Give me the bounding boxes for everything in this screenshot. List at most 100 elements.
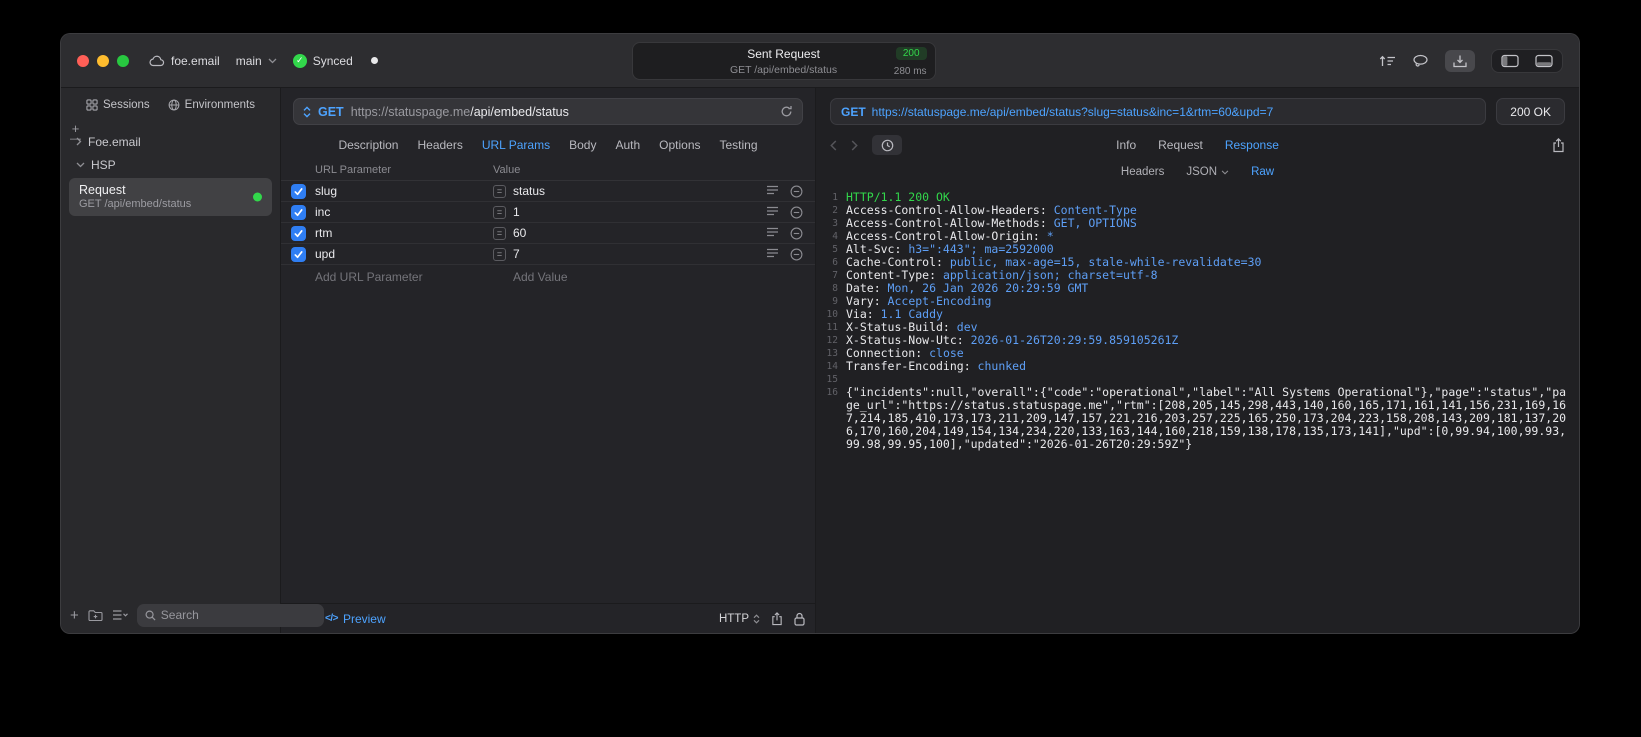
protocol-select[interactable]: HTTP — [719, 613, 760, 625]
app-window: foe.email main ✓ Synced Sent Request 200… — [60, 33, 1580, 634]
response-subtab-headers[interactable]: Headers — [1121, 166, 1164, 178]
tree-item-foe-email[interactable]: Foe.email — [61, 130, 280, 153]
param-options-icon[interactable] — [766, 227, 779, 240]
request-url-bar[interactable]: GET https://statuspage.me/api/embed/stat… — [293, 98, 803, 125]
tab-sessions-label: Sessions — [103, 99, 150, 111]
url-host: https://statuspage.me — [350, 104, 471, 119]
sort-list-icon[interactable] — [112, 609, 128, 621]
add-param-value[interactable]: Add Value — [513, 270, 742, 284]
response-raw-view[interactable]: 1 HTTP/1.1 200 OK 2 Access-Control-Allow-He… — [816, 184, 1579, 633]
method-stepper-icon[interactable] — [303, 105, 311, 118]
back-icon[interactable] — [830, 139, 837, 151]
request-tab-url-params[interactable]: URL Params — [482, 138, 550, 152]
refresh-icon[interactable] — [780, 105, 793, 118]
close-window-button[interactable] — [77, 54, 89, 67]
response-subtab-json[interactable]: JSON — [1186, 166, 1229, 178]
request-method[interactable]: GET — [318, 105, 344, 119]
stepper-icon — [753, 613, 760, 624]
param-options-icon[interactable] — [766, 185, 779, 198]
request-tab-description[interactable]: Description — [338, 138, 398, 152]
share-icon[interactable] — [771, 611, 783, 626]
response-tab-request[interactable]: Request — [1158, 138, 1203, 152]
param-checkbox[interactable] — [291, 204, 306, 220]
grid-icon — [86, 99, 98, 111]
request-tab-options[interactable]: Options — [659, 138, 700, 152]
line-content: Transfer-Encoding: chunked — [846, 359, 1027, 373]
response-subtabs: Headers JSON Raw — [816, 160, 1579, 184]
search-input[interactable] — [160, 608, 316, 622]
sidebar-tabs: Sessions Environments — [61, 88, 280, 122]
sent-request-capsule[interactable]: Sent Request 200 GET /api/embed/status 2… — [631, 42, 936, 80]
response-panel: GET https://statuspage.me/api/embed/stat… — [816, 88, 1579, 633]
param-value[interactable]: 1 — [513, 205, 520, 219]
tree-item-hsp[interactable]: HSP — [61, 153, 280, 176]
code-icon: </> — [325, 613, 338, 624]
toggle-sidebar-icon[interactable] — [1501, 54, 1519, 68]
sidebar-item-request[interactable]: Request GET /api/embed/status — [69, 178, 272, 216]
tab-sessions[interactable]: Sessions — [86, 99, 150, 111]
response-url: https://statuspage.me/api/embed/status?s… — [871, 104, 1274, 119]
line-number: 9 — [832, 296, 838, 307]
request-tabs: Description Headers URL Params Body Auth Opti… — [281, 129, 815, 160]
param-value[interactable]: status — [513, 184, 545, 198]
tree-item-label: HSP — [91, 157, 116, 172]
sync-status[interactable]: ✓ Synced — [292, 53, 353, 68]
response-method: GET — [841, 104, 866, 119]
request-url[interactable]: https://statuspage.me/api/embed/status — [351, 105, 773, 119]
add-request-button[interactable]: + — [70, 608, 79, 623]
response-subtab-raw[interactable]: Raw — [1251, 166, 1274, 178]
zoom-window-button[interactable] — [117, 54, 129, 67]
preview-button[interactable]: </> Preview — [325, 612, 386, 626]
param-row-inc: inc = 1 — [281, 202, 815, 223]
sort-ascending-icon[interactable] — [1379, 54, 1396, 68]
request-tab-headers[interactable]: Headers — [417, 138, 462, 152]
search-icon — [145, 610, 156, 621]
response-tab-response[interactable]: Response — [1225, 138, 1279, 152]
add-param-name[interactable]: Add URL Parameter — [315, 270, 484, 284]
param-remove-icon[interactable] — [790, 248, 803, 261]
param-remove-icon[interactable] — [790, 206, 803, 219]
sent-request-url-box[interactable]: GET https://statuspage.me/api/embed/stat… — [830, 98, 1487, 125]
forward-icon[interactable] — [851, 139, 858, 151]
param-checkbox[interactable] — [291, 183, 306, 199]
param-name[interactable]: rtm — [315, 226, 484, 240]
request-tab-auth[interactable]: Auth — [615, 138, 640, 152]
project-menu[interactable]: foe.email — [149, 54, 220, 68]
import-tray-icon[interactable] — [1445, 49, 1475, 72]
toggle-bottom-panel-icon[interactable] — [1535, 54, 1553, 68]
unsaved-dot-icon — [370, 57, 378, 64]
line-content: Vary: Accept-Encoding — [846, 294, 992, 308]
param-name[interactable]: upd — [315, 247, 484, 261]
sidebar-collapse-handle[interactable]: — — [70, 134, 81, 145]
branch-menu[interactable]: main — [236, 54, 277, 68]
request-tab-body[interactable]: Body — [569, 138, 596, 152]
param-checkbox[interactable] — [291, 246, 306, 262]
param-value[interactable]: 7 — [513, 247, 520, 261]
line-number: 12 — [826, 335, 838, 346]
request-tab-testing[interactable]: Testing — [720, 138, 758, 152]
export-icon[interactable] — [1552, 137, 1565, 153]
sync-label: Synced — [312, 53, 353, 68]
tab-environments[interactable]: Environments — [168, 99, 255, 111]
line-number: 7 — [832, 270, 838, 281]
param-remove-icon[interactable] — [790, 185, 803, 198]
chevron-down-icon — [76, 162, 85, 168]
param-name[interactable]: inc — [315, 205, 484, 219]
history-clock-button[interactable] — [872, 135, 902, 155]
lasso-icon[interactable] — [1412, 54, 1429, 68]
param-remove-icon[interactable] — [790, 227, 803, 240]
param-name[interactable]: slug — [315, 184, 484, 198]
param-value[interactable]: 60 — [513, 226, 526, 240]
line-number: 8 — [832, 283, 838, 294]
minimize-window-button[interactable] — [97, 54, 109, 67]
lock-icon[interactable] — [794, 612, 805, 626]
sidebar: Sessions Environments + — Foe.email HSP … — [61, 88, 324, 633]
clock-icon — [881, 139, 894, 152]
response-tab-info[interactable]: Info — [1116, 138, 1136, 152]
equals-icon: = — [493, 184, 506, 198]
tree-item-label: Foe.email — [88, 134, 141, 149]
param-options-icon[interactable] — [766, 206, 779, 219]
new-folder-icon[interactable] — [88, 609, 103, 622]
param-options-icon[interactable] — [766, 248, 779, 261]
param-checkbox[interactable] — [291, 225, 306, 241]
